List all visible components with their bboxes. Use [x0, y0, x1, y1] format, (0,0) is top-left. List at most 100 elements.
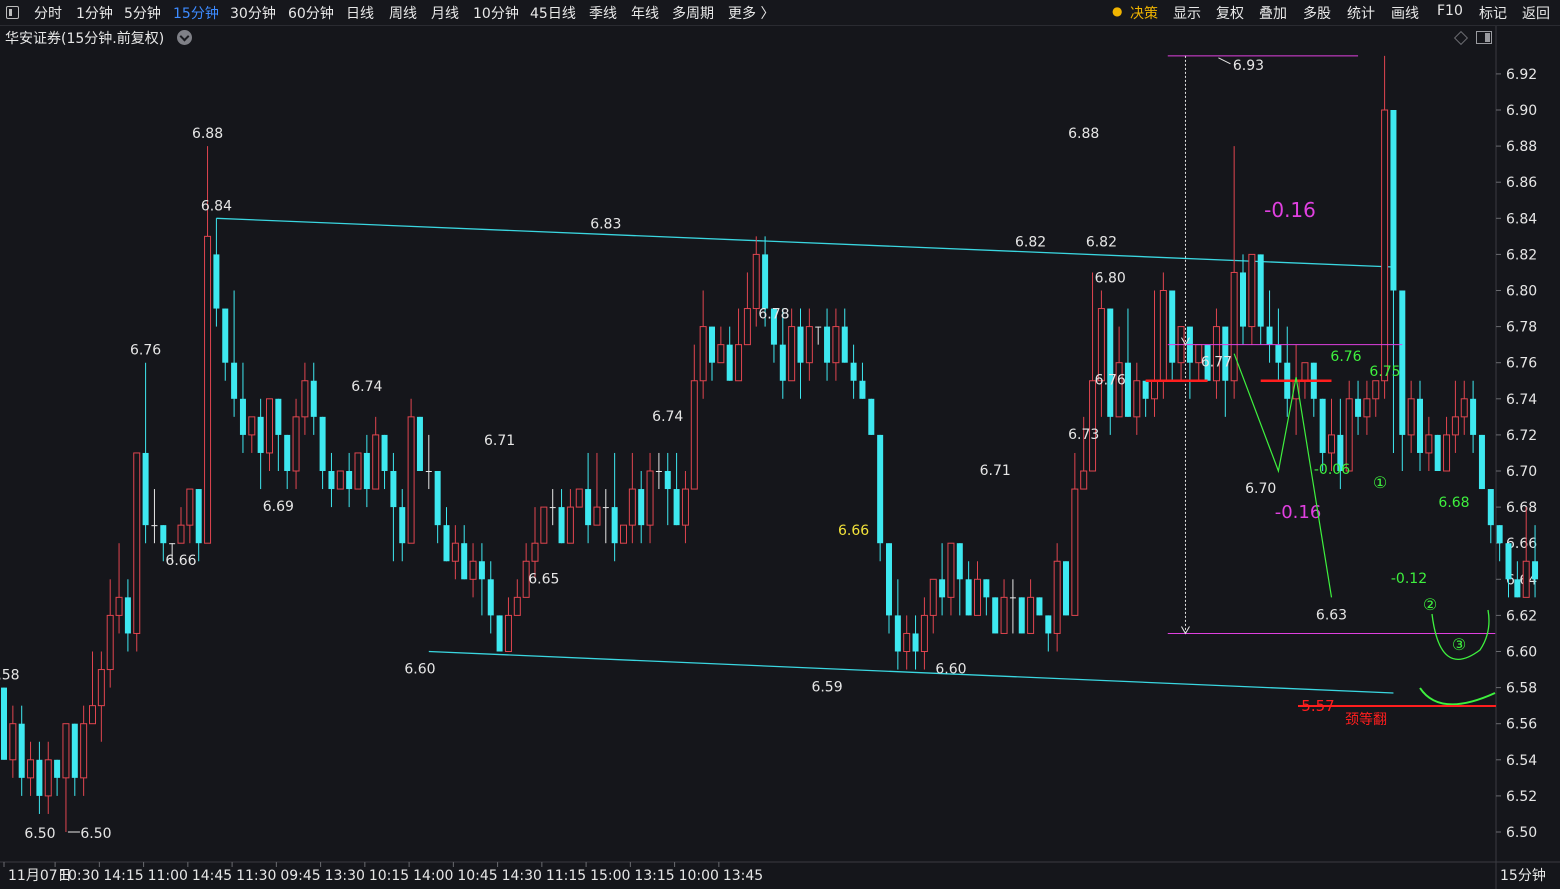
candle-body	[9, 723, 17, 761]
candle-body	[487, 579, 494, 616]
candle	[1053, 543, 1061, 652]
x-tick-label: 11:30	[236, 868, 276, 884]
price-label: 6.73	[1068, 427, 1099, 443]
price-label: 6.82	[1015, 234, 1046, 250]
price-label: 6.63	[1316, 607, 1347, 623]
candle	[336, 470, 344, 490]
candle-body	[1036, 597, 1043, 616]
candle-body	[1053, 560, 1061, 634]
candle-body	[399, 507, 406, 544]
wave-label: 6.75	[1369, 364, 1400, 380]
candle-body	[71, 723, 78, 778]
candle	[213, 218, 220, 327]
candle	[381, 434, 388, 490]
candle-body	[1159, 290, 1167, 382]
candle	[920, 597, 928, 670]
price-label: 6.59	[811, 680, 842, 696]
candle-body	[1345, 398, 1353, 472]
price-label: 6.78	[758, 307, 789, 323]
candle-body	[1319, 398, 1326, 453]
candle	[1478, 434, 1485, 490]
candle	[1097, 290, 1105, 417]
candle	[487, 561, 494, 634]
price-label: 6.76	[130, 343, 161, 359]
candle-body	[859, 380, 866, 399]
candle-body	[877, 434, 884, 544]
wave-target-label: 6.68	[1438, 495, 1469, 511]
candle	[292, 398, 300, 490]
candle-body	[1505, 543, 1512, 580]
candle	[461, 525, 468, 580]
candle	[301, 362, 309, 435]
candle	[1151, 290, 1158, 417]
candle-body	[89, 705, 96, 725]
candle	[965, 561, 972, 616]
candle-body	[540, 506, 548, 544]
candle-body	[213, 254, 220, 309]
candle	[407, 398, 415, 544]
candle-body	[416, 416, 423, 471]
candle	[1266, 290, 1273, 363]
candle-body	[381, 434, 388, 471]
price-label: 6.84	[201, 198, 232, 214]
candle	[1310, 362, 1317, 417]
candle	[1071, 452, 1079, 616]
candle-body	[275, 398, 282, 435]
candle	[363, 434, 370, 508]
candle-body	[461, 543, 468, 580]
x-tick-label: 14:45	[192, 868, 232, 884]
candle	[1248, 253, 1256, 345]
y-tick-label: 6.60	[1506, 645, 1537, 661]
candle-body	[390, 471, 397, 508]
candle	[310, 362, 317, 435]
candle	[89, 651, 96, 725]
candle-body	[655, 471, 662, 472]
candle-body	[699, 326, 707, 382]
candlestick-chart[interactable]: 6.506.526.546.566.586.606.626.646.666.68…	[0, 0, 1560, 889]
candle-body	[797, 326, 804, 363]
candle-body	[248, 416, 256, 436]
candle	[186, 488, 194, 544]
candle-body	[97, 669, 105, 707]
wave-drop-label: -0.12	[1391, 571, 1427, 587]
x-tick-label: 14:30	[502, 868, 542, 884]
price-label: 6.71	[980, 463, 1011, 479]
candle	[115, 543, 123, 634]
candle	[1399, 290, 1406, 471]
candle	[611, 452, 618, 562]
price-label: 6.60	[404, 662, 435, 678]
candle-body	[1390, 110, 1397, 291]
candle-body	[496, 615, 503, 652]
candle	[222, 308, 229, 381]
candle	[443, 507, 450, 562]
channel-lower-line	[428, 650, 1394, 694]
price-label: 6.88	[192, 126, 223, 142]
candle-body	[1514, 579, 1521, 598]
candle	[1319, 398, 1326, 471]
candle	[894, 579, 901, 670]
candle-body	[602, 507, 609, 509]
candle-body	[681, 488, 689, 526]
candle-body	[939, 579, 946, 598]
period-label[interactable]: 15分钟	[1500, 865, 1546, 885]
candle	[1000, 579, 1008, 634]
y-tick-label: 6.74	[1506, 392, 1537, 408]
candle	[1124, 308, 1131, 417]
price-label: 6.93	[1233, 58, 1264, 74]
candle	[1169, 290, 1176, 381]
candle	[620, 524, 627, 544]
candle-body	[646, 470, 654, 526]
candle-body	[407, 416, 415, 544]
candle	[1, 687, 7, 760]
neckline-text: 颈等翻	[1345, 711, 1387, 728]
candle-body	[1009, 597, 1016, 599]
candle-body	[1487, 489, 1494, 526]
y-tick-label: 6.58	[1506, 681, 1537, 697]
price-arrow	[1218, 57, 1231, 65]
candle	[549, 489, 556, 526]
candle	[956, 543, 963, 616]
candle-body	[638, 489, 645, 526]
candle	[1328, 398, 1335, 471]
wave-drop-label: -0.06	[1314, 462, 1350, 478]
y-tick-label: 6.82	[1506, 247, 1537, 263]
